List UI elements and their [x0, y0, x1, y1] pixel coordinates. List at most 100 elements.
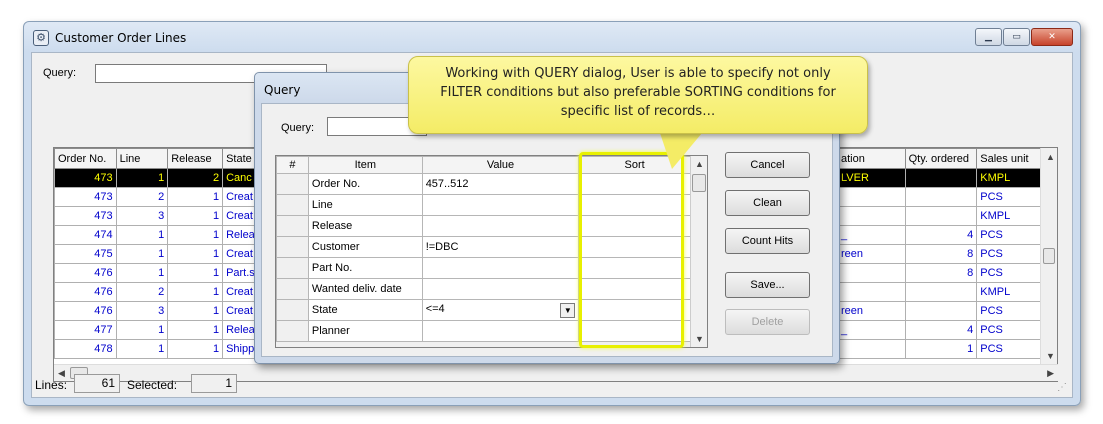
cell-qty[interactable]: 8 — [904, 263, 978, 283]
table-row[interactable]: _ 4 PCS — [837, 225, 1041, 245]
qcell-value[interactable] — [421, 194, 580, 216]
cell-line[interactable]: 1 — [115, 244, 169, 264]
qcell-value[interactable]: 457..512 — [421, 173, 580, 195]
cell-location[interactable] — [837, 206, 906, 226]
cancel-button[interactable]: Cancel — [725, 152, 810, 178]
qcell-number[interactable] — [276, 215, 309, 237]
table-row[interactable]: 473 1 2 Canc — [54, 168, 266, 188]
table-row[interactable]: 476 1 1 Part.s — [54, 263, 266, 283]
cell-location[interactable]: reen — [837, 301, 906, 321]
qcell-number[interactable] — [276, 299, 309, 321]
cell-sales-unit[interactable]: PCS — [976, 187, 1041, 207]
cell-order-no[interactable]: 477 — [54, 320, 117, 340]
count-hits-button[interactable]: Count Hits — [725, 228, 810, 254]
col-release[interactable]: Release — [167, 148, 224, 169]
cell-line[interactable]: 3 — [115, 206, 169, 226]
qcell-item[interactable]: Line — [307, 194, 423, 216]
table-row[interactable]: _ 4 PCS — [837, 320, 1041, 340]
cell-location[interactable] — [837, 339, 906, 359]
cell-order-no[interactable]: 474 — [54, 225, 117, 245]
table-row[interactable]: 473 2 1 Creat — [54, 187, 266, 207]
table-row[interactable]: 478 1 1 Shipp — [54, 339, 266, 359]
dropdown-arrow-icon[interactable]: ▼ — [560, 302, 576, 318]
col-sales-unit[interactable]: Sales unit — [976, 148, 1041, 169]
qscroll-thumb[interactable] — [692, 174, 706, 192]
query-grid-scrollbar[interactable]: ▲ ▼ — [690, 156, 707, 347]
cell-sales-unit[interactable]: KMPL — [976, 282, 1041, 302]
qcell-number[interactable] — [276, 278, 309, 300]
table-row[interactable]: KMPL — [837, 282, 1041, 302]
qcell-item[interactable]: Wanted deliv. date — [307, 278, 423, 300]
table-row[interactable]: reen PCS — [837, 301, 1041, 321]
cell-qty[interactable] — [904, 206, 978, 226]
cell-qty[interactable]: 1 — [904, 339, 978, 359]
cell-sales-unit[interactable]: KMPL — [976, 206, 1041, 226]
cell-sales-unit[interactable]: PCS — [976, 244, 1041, 264]
cell-location[interactable]: _ — [837, 320, 906, 340]
cell-release[interactable]: 1 — [167, 244, 224, 264]
qcell-value[interactable] — [421, 320, 580, 342]
cell-line[interactable]: 2 — [115, 187, 169, 207]
cell-sales-unit[interactable]: PCS — [976, 301, 1041, 321]
qcell-value[interactable] — [421, 215, 580, 237]
table-row[interactable]: 477 1 1 Relea — [54, 320, 266, 340]
cell-line[interactable]: 3 — [115, 301, 169, 321]
table-row[interactable]: 473 3 1 Creat — [54, 206, 266, 226]
cell-location[interactable]: _ — [837, 225, 906, 245]
table-row[interactable]: 474 1 1 Relea — [54, 225, 266, 245]
cell-sales-unit[interactable]: PCS — [976, 339, 1041, 359]
cell-location[interactable]: LVER — [837, 168, 906, 188]
qcell-item[interactable]: Planner — [307, 320, 423, 342]
cell-order-no[interactable]: 476 — [54, 263, 117, 283]
qcell-item[interactable]: Customer — [307, 236, 423, 258]
cell-order-no[interactable]: 473 — [54, 168, 117, 188]
cell-release[interactable]: 1 — [167, 282, 224, 302]
table-row[interactable]: 476 2 1 Creat — [54, 282, 266, 302]
scroll-down-icon[interactable]: ▼ — [1046, 351, 1055, 361]
table-row[interactable]: 1 PCS — [837, 339, 1041, 359]
qcell-number[interactable] — [276, 257, 309, 279]
qcell-number[interactable] — [276, 194, 309, 216]
cell-release[interactable]: 1 — [167, 225, 224, 245]
cell-order-no[interactable]: 478 — [54, 339, 117, 359]
clean-button[interactable]: Clean — [725, 190, 810, 216]
scroll-up-icon[interactable]: ▲ — [1046, 152, 1055, 162]
cell-sales-unit[interactable]: PCS — [976, 225, 1041, 245]
table-row[interactable]: reen 8 PCS — [837, 244, 1041, 264]
cell-line[interactable]: 1 — [115, 263, 169, 283]
cell-order-no[interactable]: 475 — [54, 244, 117, 264]
cell-qty[interactable] — [904, 301, 978, 321]
qcell-value[interactable]: !=DBC — [421, 236, 580, 258]
qcell-item[interactable]: Order No. — [307, 173, 423, 195]
cell-release[interactable]: 1 — [167, 206, 224, 226]
cell-release[interactable]: 1 — [167, 301, 224, 321]
resize-grip-icon[interactable]: ⋰ — [1057, 382, 1069, 394]
table-row[interactable]: 8 PCS — [837, 263, 1041, 283]
qcell-value-text[interactable]: !=DBC — [426, 241, 459, 253]
cell-release[interactable]: 1 — [167, 263, 224, 283]
cell-location[interactable] — [837, 263, 906, 283]
table-row[interactable]: PCS — [837, 187, 1041, 207]
cell-sales-unit[interactable]: PCS — [976, 263, 1041, 283]
cell-release[interactable]: 2 — [167, 168, 224, 188]
cell-order-no[interactable]: 476 — [54, 282, 117, 302]
cell-line[interactable]: 1 — [115, 320, 169, 340]
cell-qty[interactable]: 4 — [904, 320, 978, 340]
cell-line[interactable]: 2 — [115, 282, 169, 302]
cell-qty[interactable] — [904, 282, 978, 302]
cell-order-no[interactable]: 473 — [54, 206, 117, 226]
qcell-number[interactable] — [276, 236, 309, 258]
qcell-value[interactable]: <=4 ▼ — [421, 299, 580, 321]
cell-location[interactable]: reen — [837, 244, 906, 264]
qcell-number[interactable] — [276, 320, 309, 342]
table-row[interactable]: 475 1 1 Creat — [54, 244, 266, 264]
cell-qty[interactable] — [904, 187, 978, 207]
cell-qty[interactable]: 8 — [904, 244, 978, 264]
scroll-thumb[interactable] — [1043, 248, 1055, 264]
save-button[interactable]: Save... — [725, 272, 810, 298]
grid-vertical-scrollbar[interactable]: ▲ ▼ — [1040, 148, 1057, 364]
cell-location[interactable] — [837, 187, 906, 207]
qscroll-down-icon[interactable]: ▼ — [695, 334, 704, 344]
table-row[interactable]: 476 3 1 Creat — [54, 301, 266, 321]
qcell-value[interactable] — [421, 278, 580, 300]
